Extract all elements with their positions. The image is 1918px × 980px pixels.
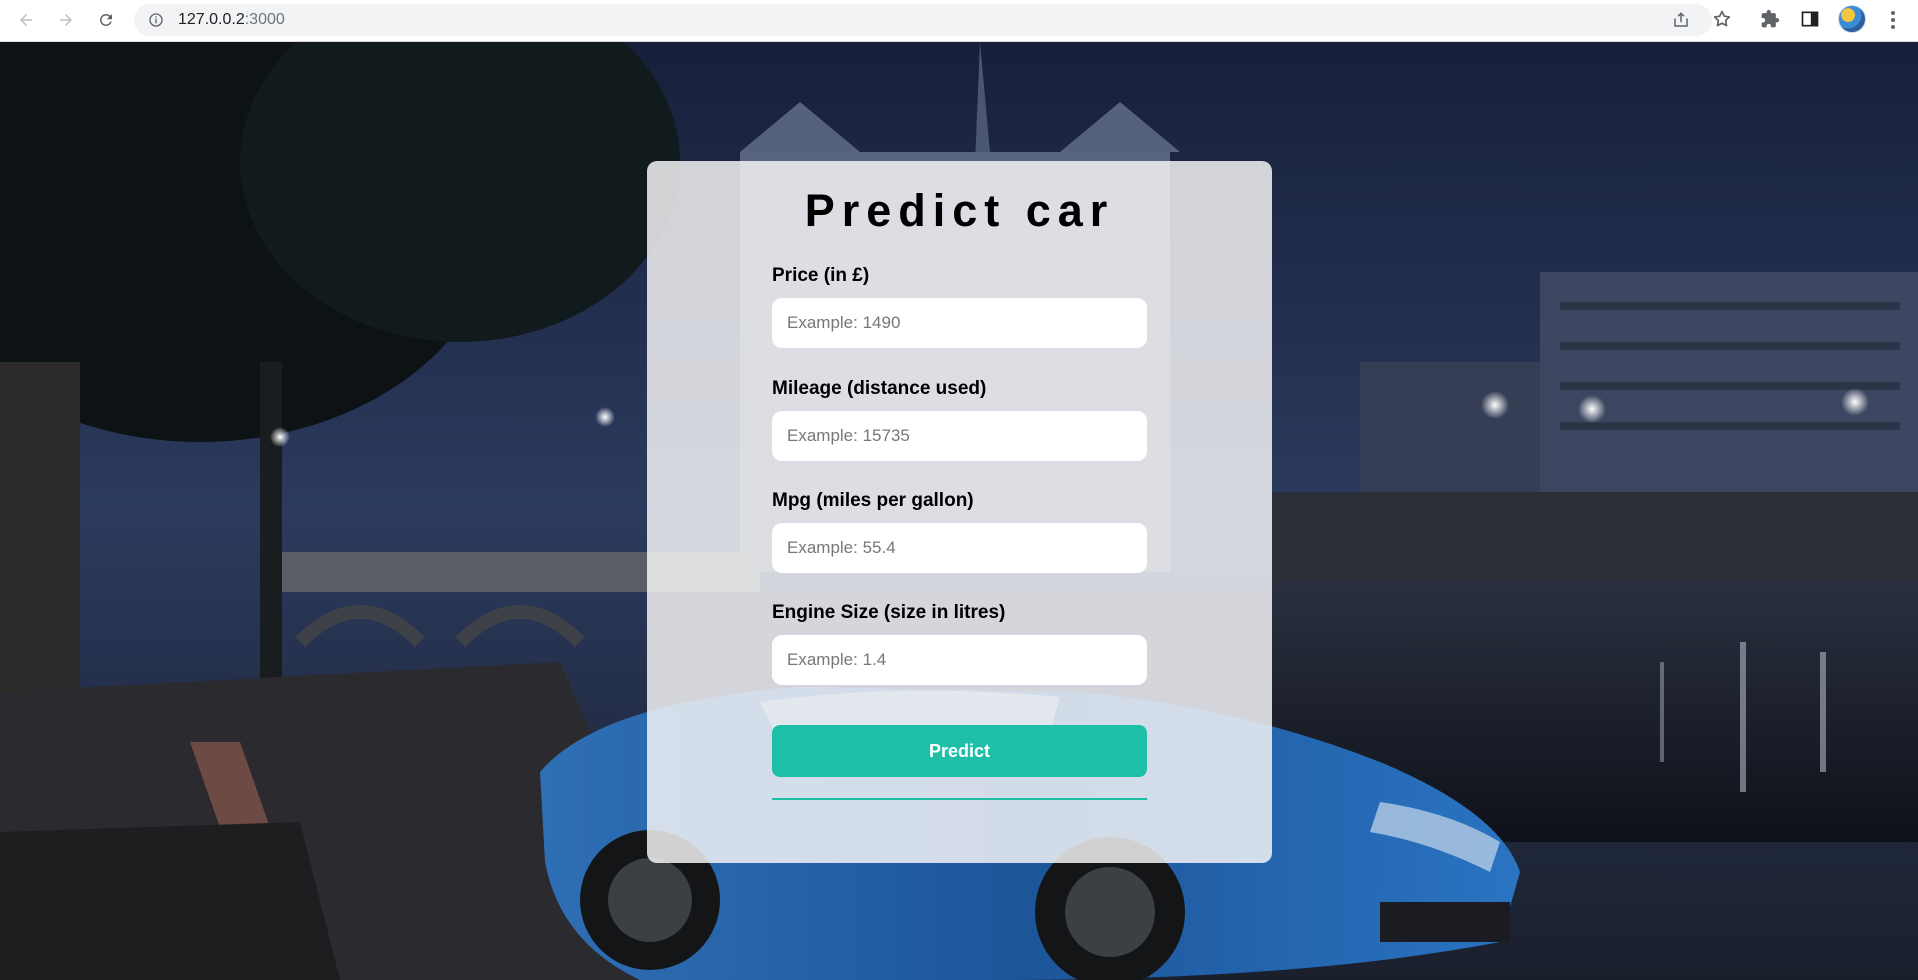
mileage-label: Mileage (distance used) bbox=[772, 378, 987, 399]
reload-icon bbox=[99, 13, 112, 26]
url-text: 127.0.0.2:3000 bbox=[178, 11, 285, 29]
prediction-form: Predict car Price (in £) Mileage (distan… bbox=[647, 161, 1272, 863]
arrow-left-icon bbox=[20, 14, 32, 26]
engine-size-input[interactable] bbox=[772, 635, 1147, 685]
kebab-menu-icon[interactable] bbox=[1886, 9, 1900, 31]
address-bar[interactable]: 127.0.0.2:3000 bbox=[134, 4, 1712, 36]
reload-button[interactable] bbox=[92, 6, 120, 34]
price-input[interactable] bbox=[772, 298, 1147, 348]
url-port: :3000 bbox=[244, 11, 285, 28]
avatar[interactable] bbox=[1838, 5, 1866, 33]
mileage-input[interactable] bbox=[772, 411, 1147, 461]
side-panel-button[interactable] bbox=[1800, 9, 1820, 29]
price-label: Price (in £) bbox=[772, 265, 870, 286]
side-panel-icon bbox=[1801, 11, 1819, 27]
page-viewport: Predict car Price (in £) Mileage (distan… bbox=[0, 42, 1918, 980]
mpg-input[interactable] bbox=[772, 523, 1147, 573]
engine-size-label: Engine Size (size in litres) bbox=[772, 602, 1006, 623]
page-title: Predict car bbox=[804, 185, 1115, 236]
bookmark-button[interactable] bbox=[1712, 9, 1732, 29]
arrow-right-icon bbox=[60, 14, 72, 26]
forward-button[interactable] bbox=[52, 6, 80, 34]
puzzle-icon bbox=[1761, 9, 1780, 28]
url-host: 127.0.0.2 bbox=[178, 11, 245, 28]
back-button[interactable] bbox=[12, 6, 40, 34]
star-icon bbox=[1713, 10, 1731, 27]
result-divider bbox=[772, 798, 1147, 800]
info-icon[interactable] bbox=[148, 12, 164, 28]
browser-toolbar: 127.0.0.2:3000 bbox=[0, 0, 1918, 42]
mpg-label: Mpg (miles per gallon) bbox=[772, 490, 974, 511]
extensions-button[interactable] bbox=[1760, 9, 1780, 29]
predict-button[interactable]: Predict bbox=[772, 725, 1147, 777]
share-icon[interactable] bbox=[1672, 11, 1690, 29]
